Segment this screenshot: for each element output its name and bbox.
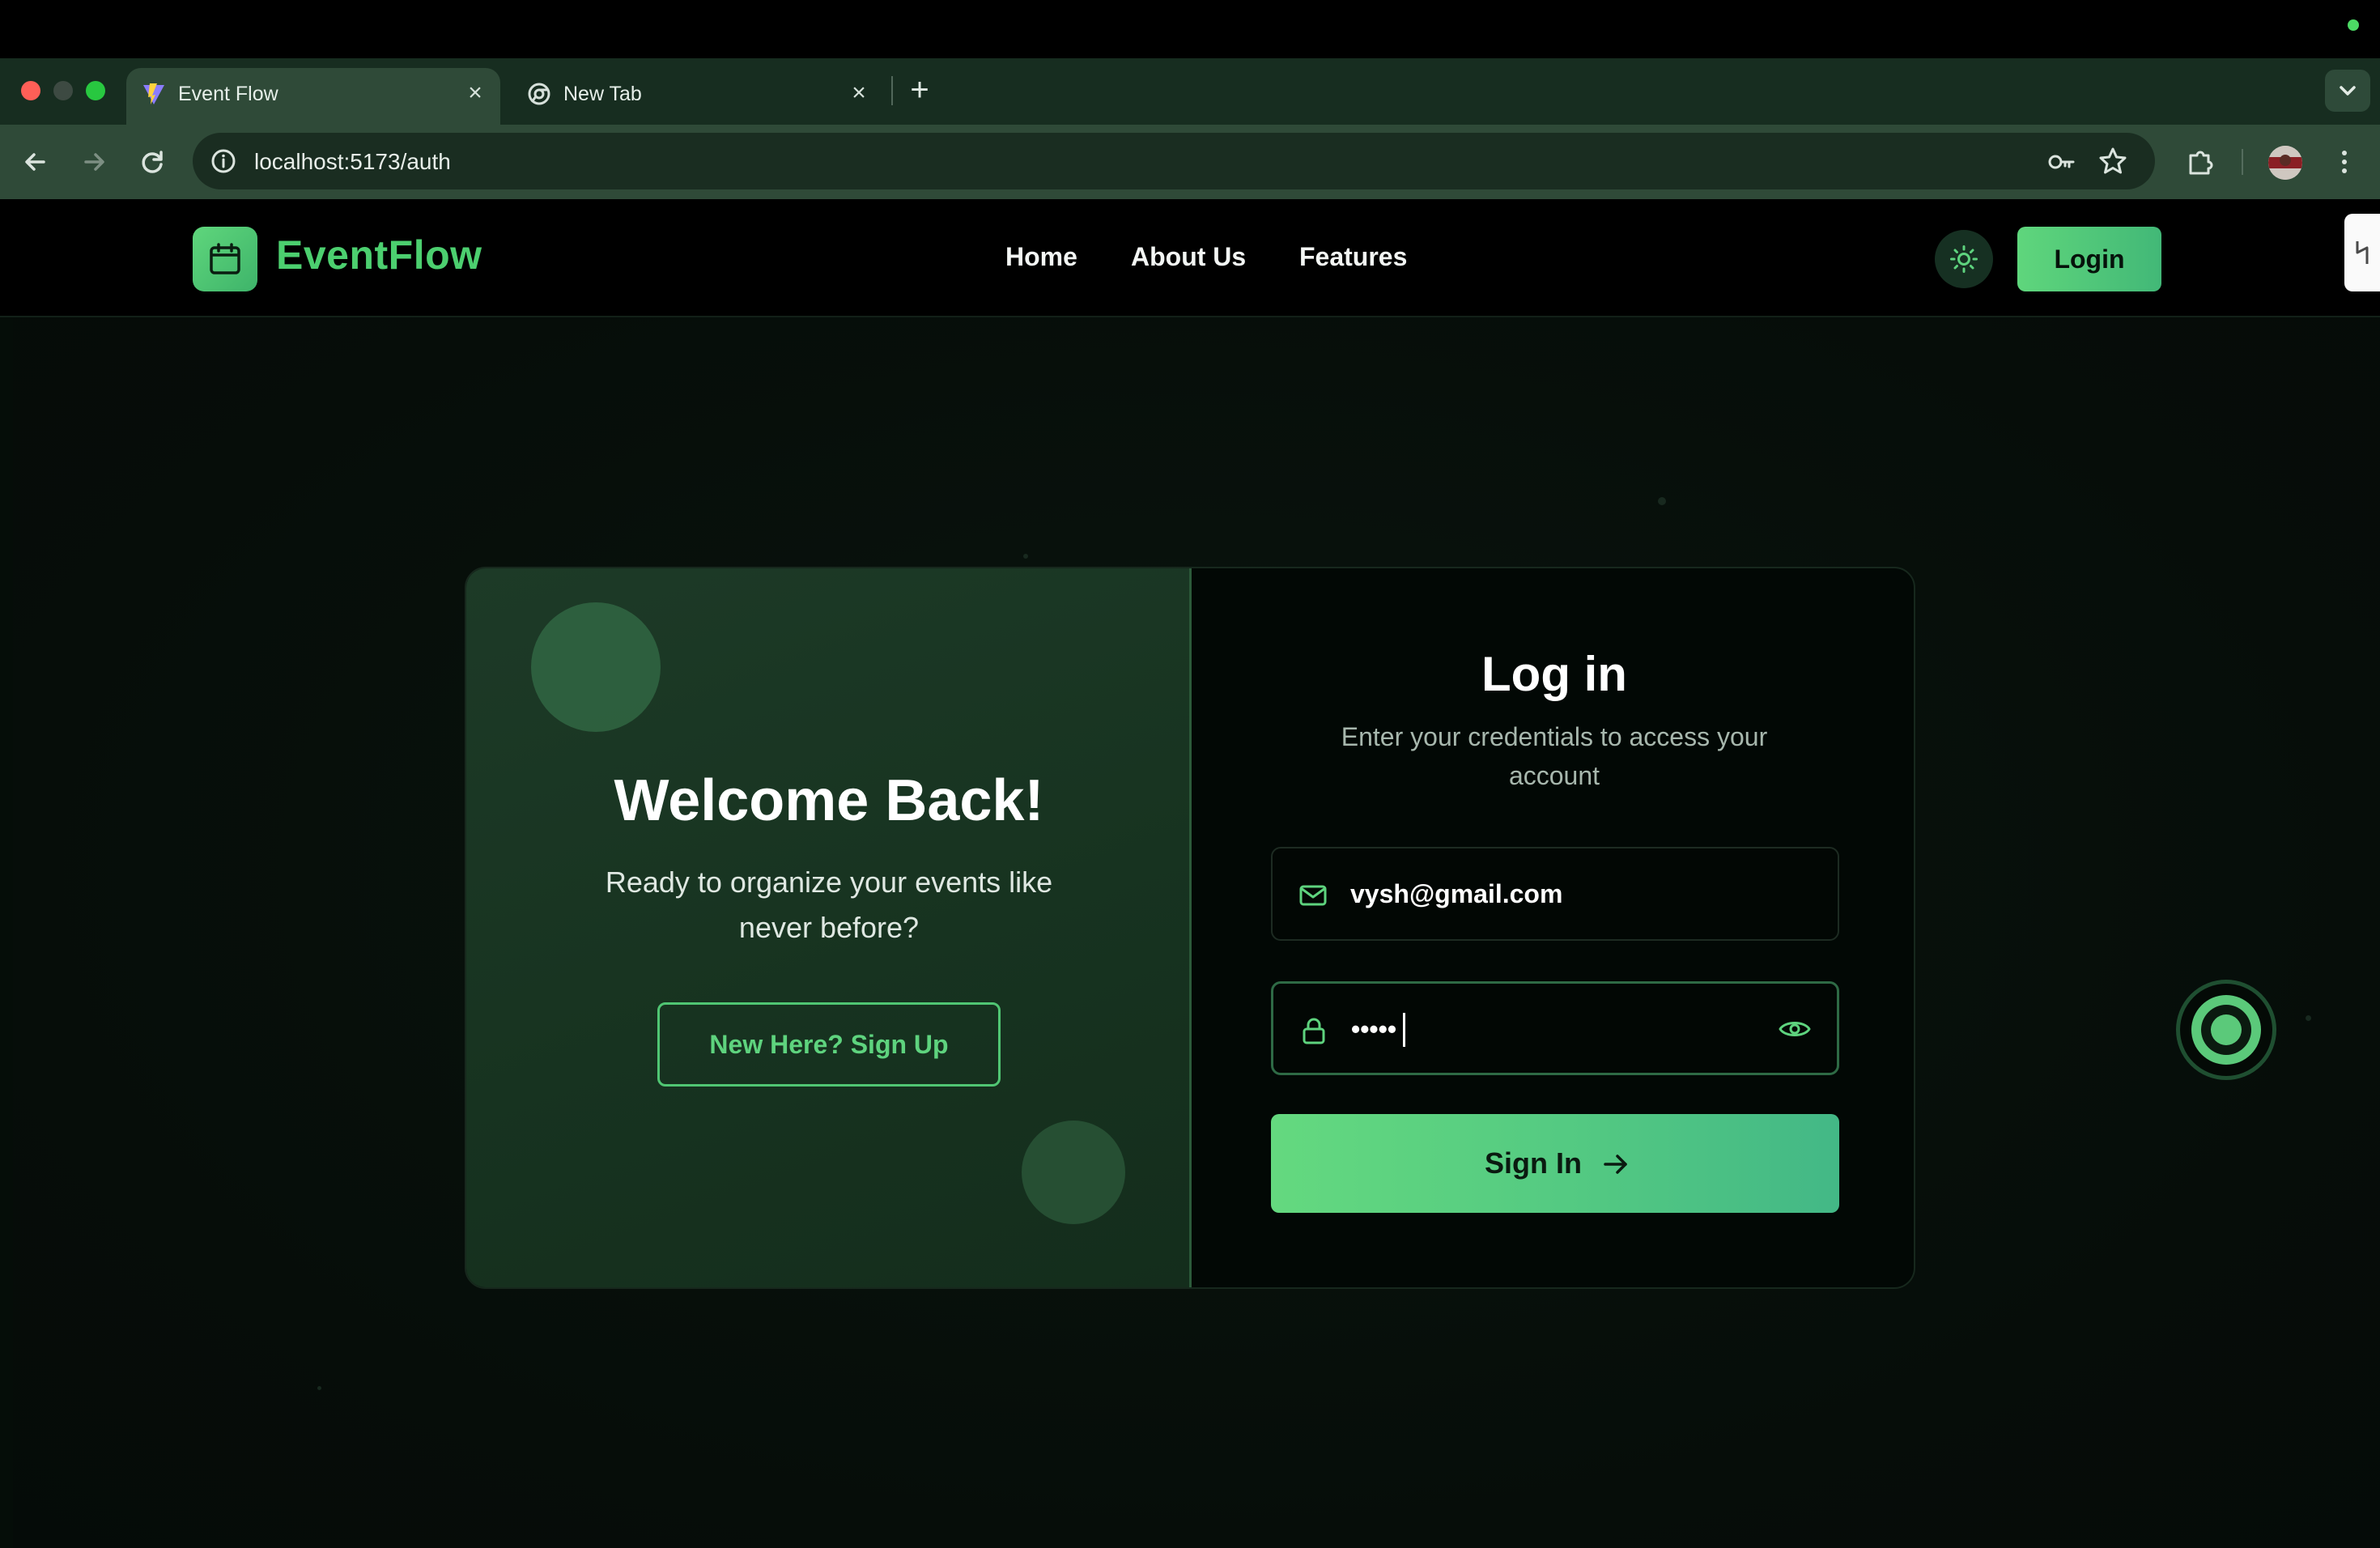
decorative-circle (1022, 1121, 1125, 1224)
auth-card: Welcome Back! Ready to organize your eve… (465, 567, 1915, 1289)
status-indicator-dot (2348, 19, 2359, 31)
new-tab-button[interactable]: + (903, 71, 936, 110)
password-key-icon[interactable] (2046, 147, 2076, 176)
nav-link-home[interactable]: Home (1005, 242, 1077, 272)
calendar-icon (210, 243, 240, 274)
background-particle (317, 1386, 321, 1390)
text-cursor (1403, 1013, 1405, 1047)
login-subtitle: Enter your credentials to access your ac… (1341, 722, 1768, 790)
background-particle (2306, 1015, 2311, 1021)
profile-photo-icon (2268, 146, 2302, 180)
sign-in-label: Sign In (1485, 1146, 1582, 1180)
tab-new-tab[interactable]: New Tab × (512, 68, 884, 125)
background-particle (1023, 554, 1028, 559)
chrome-icon (528, 83, 550, 105)
window-close-button[interactable] (21, 81, 40, 100)
sun-icon (1950, 245, 1978, 273)
eye-icon[interactable] (1777, 1011, 1813, 1047)
brand-name[interactable]: EventFlow (276, 232, 482, 279)
tab-close-icon[interactable]: × (845, 79, 873, 107)
tab-title: New Tab (563, 83, 642, 105)
password-input[interactable] (1351, 984, 1772, 1074)
target-ring (2201, 1005, 2251, 1055)
background-particle (1658, 497, 1666, 505)
email-input[interactable] (1350, 848, 1771, 939)
extension-handle-icon (2356, 241, 2369, 264)
toolbar-divider (2242, 149, 2243, 175)
bookmark-star-icon[interactable] (2097, 146, 2128, 176)
chevron-down-icon (2340, 86, 2356, 96)
sign-in-button[interactable]: Sign In (1271, 1114, 1839, 1213)
signup-button[interactable]: New Here? Sign Up (657, 1002, 1001, 1087)
tab-event-flow[interactable]: Event Flow × (126, 68, 500, 125)
login-panel: Log in Enter your credentials to access … (1192, 568, 1914, 1287)
decorative-circle (531, 602, 661, 732)
welcome-title: Welcome Back! (614, 768, 1044, 833)
forward-arrow-icon[interactable] (74, 142, 113, 181)
window-zoom-button[interactable] (86, 81, 105, 100)
site-info-icon[interactable] (209, 147, 238, 176)
header-login-button[interactable]: Login (2017, 227, 2161, 291)
lock-icon (1303, 1018, 1325, 1044)
password-field[interactable] (1271, 981, 1839, 1075)
brand-logo[interactable] (193, 227, 257, 291)
window-minimize-button[interactable] (53, 81, 73, 100)
welcome-subtitle: Ready to organize your events like never… (605, 865, 1053, 944)
tab-title: Event Flow (178, 83, 278, 105)
welcome-panel: Welcome Back! Ready to organize your eve… (466, 568, 1192, 1287)
reload-icon[interactable] (133, 142, 172, 181)
tab-close-icon[interactable]: × (461, 79, 489, 107)
target-core (2211, 1014, 2242, 1045)
login-title: Log in (1481, 647, 1627, 701)
url-text: localhost:5173/auth (254, 149, 451, 174)
back-arrow-icon[interactable] (16, 142, 55, 181)
target-icon (2191, 995, 2261, 1065)
theme-toggle-button[interactable] (1935, 230, 1993, 288)
email-field[interactable] (1271, 847, 1839, 941)
tab-separator (891, 76, 893, 105)
nav-link-features[interactable]: Features (1299, 242, 1407, 272)
extension-side-tab[interactable] (2344, 214, 2380, 291)
extensions-puzzle-icon[interactable] (2181, 142, 2220, 181)
nav-link-about-us[interactable]: About Us (1131, 242, 1246, 272)
arrow-right-icon (1604, 1155, 1627, 1174)
tab-search-button[interactable] (2325, 70, 2370, 112)
system-menu-bar (0, 0, 2380, 58)
mail-icon (1299, 885, 1327, 906)
profile-avatar[interactable] (2268, 146, 2302, 180)
vite-logo-icon (143, 83, 164, 104)
address-bar[interactable]: localhost:5173/auth (193, 133, 2155, 189)
browser-menu-icon[interactable] (2325, 142, 2364, 181)
floating-target-button[interactable] (2176, 980, 2276, 1080)
